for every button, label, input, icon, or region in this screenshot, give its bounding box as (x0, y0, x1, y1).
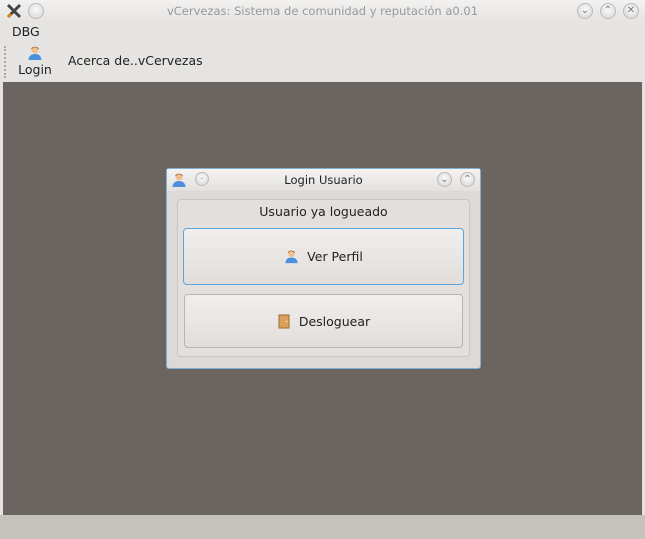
user-icon (284, 249, 299, 264)
menu-dbg[interactable]: DBG (12, 24, 40, 39)
dialog-maximize-button[interactable]: ⌃ (460, 172, 475, 187)
login-tool-button[interactable]: Login (16, 44, 54, 80)
toolbar: Login Acerca de..vCervezas (0, 42, 645, 82)
window-title: vCervezas: Sistema de comunidad y reputa… (166, 4, 479, 18)
login-status-label: Usuario ya logueado (259, 204, 388, 219)
login-label: Login (18, 62, 52, 77)
status-bar (0, 515, 645, 539)
minimize-button[interactable]: ⌄ (577, 3, 593, 19)
maximize-button[interactable]: ⌃ (600, 3, 616, 19)
login-dialog: · Login Usuario ⌄ ⌃ Usuario ya logueado … (166, 168, 481, 369)
view-profile-label: Ver Perfil (307, 249, 363, 264)
toolbar-grip[interactable] (4, 46, 7, 78)
dialog-minimize-button[interactable]: ⌄ (437, 172, 452, 187)
logout-button[interactable]: Desloguear (184, 294, 463, 348)
dialog-title-bar: · Login Usuario ⌄ ⌃ (167, 169, 480, 191)
about-tool-button[interactable]: Acerca de..vCervezas (68, 53, 203, 68)
door-icon (278, 314, 290, 328)
menu-bar: DBG (0, 22, 645, 42)
user-icon (27, 45, 43, 61)
title-bar: vCervezas: Sistema de comunidad y reputa… (0, 0, 645, 22)
view-profile-button[interactable]: Ver Perfil (183, 228, 464, 285)
dialog-title: Login Usuario (284, 173, 363, 187)
logout-label: Desloguear (298, 313, 371, 329)
close-button[interactable]: ✕ (623, 3, 639, 19)
login-group: Usuario ya logueado Ver Perfil Desloguea… (177, 199, 470, 357)
